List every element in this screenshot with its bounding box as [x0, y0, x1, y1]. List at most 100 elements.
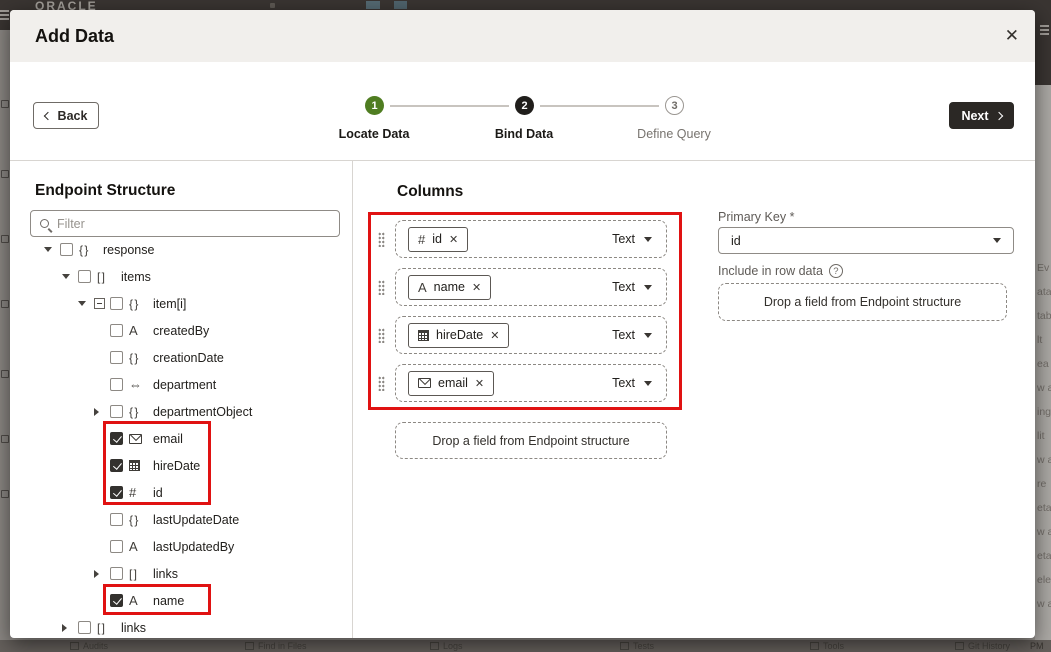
- tree-item-label: items: [121, 270, 151, 284]
- tree-item[interactable]: item[i]: [10, 290, 352, 317]
- back-button-label: Back: [58, 109, 88, 123]
- string-icon: [418, 280, 427, 295]
- tree-item[interactable]: name: [10, 587, 352, 614]
- back-button[interactable]: Back: [33, 102, 99, 129]
- tree-item[interactable]: links: [10, 614, 352, 638]
- remove-icon[interactable]: ✕: [449, 233, 458, 246]
- columns-drop-zone[interactable]: Drop a field from Endpoint structure: [395, 422, 667, 459]
- close-icon[interactable]: ✕: [1005, 24, 1019, 48]
- column-type-select[interactable]: Text: [612, 232, 652, 246]
- number-icon: [129, 485, 147, 500]
- step-label: Bind Data: [454, 127, 594, 141]
- drag-handle-icon[interactable]: [378, 376, 385, 391]
- checkbox[interactable]: [110, 486, 123, 499]
- tree-item[interactable]: items: [10, 263, 352, 290]
- field-chip-label: email: [438, 376, 468, 390]
- row-data-drop-zone[interactable]: Drop a field from Endpoint structure: [718, 283, 1007, 321]
- checkbox[interactable]: [110, 351, 123, 364]
- tree-item[interactable]: response: [10, 236, 352, 263]
- string-icon: [129, 539, 147, 554]
- filter-field[interactable]: [30, 210, 340, 237]
- filter-input[interactable]: [57, 217, 317, 231]
- column-field-box: name ✕ Text: [395, 268, 667, 306]
- checkbox[interactable]: [110, 540, 123, 553]
- expand-arrow-icon[interactable]: [62, 624, 78, 632]
- field-chip[interactable]: hireDate ✕: [408, 323, 509, 348]
- column-type-select[interactable]: Text: [612, 280, 652, 294]
- primary-key-label: Primary Key *: [718, 210, 794, 224]
- tree-item[interactable]: department: [10, 371, 352, 398]
- column-field-box: email ✕ Text: [395, 364, 667, 402]
- tree-item-label: creationDate: [153, 351, 224, 365]
- tree-item-label: links: [153, 567, 178, 581]
- checkbox[interactable]: [60, 243, 73, 256]
- braces-icon: [129, 297, 147, 311]
- remove-icon[interactable]: ✕: [472, 281, 481, 294]
- remove-icon[interactable]: ✕: [490, 329, 499, 342]
- column-type-select[interactable]: Text: [612, 328, 652, 342]
- next-button-label: Next: [961, 109, 988, 123]
- braces-icon: [129, 351, 147, 365]
- drag-handle-icon[interactable]: [378, 280, 385, 295]
- expand-arrow-icon[interactable]: [62, 274, 78, 279]
- tree-item[interactable]: email: [10, 425, 352, 452]
- checkbox[interactable]: [110, 594, 123, 607]
- tree-item-label: lastUpdatedBy: [153, 540, 234, 554]
- tree-item[interactable]: departmentObject: [10, 398, 352, 425]
- tree-item-label: departmentObject: [153, 405, 252, 419]
- divider: [352, 161, 353, 638]
- tree-item-label: lastUpdateDate: [153, 513, 239, 527]
- tree-item[interactable]: creationDate: [10, 344, 352, 371]
- screen: ORACLE Ev ata tab lt ea w a ing lit w a …: [0, 0, 1051, 652]
- checkbox[interactable]: [110, 513, 123, 526]
- drag-handle-icon[interactable]: [378, 232, 385, 247]
- chevron-left-icon: [43, 111, 51, 119]
- link-icon: [129, 377, 147, 392]
- column-type-value: Text: [612, 280, 635, 294]
- braces-icon: [129, 405, 147, 419]
- tree-item[interactable]: links: [10, 560, 352, 587]
- step-number[interactable]: 2: [515, 96, 534, 115]
- help-icon[interactable]: ?: [829, 264, 843, 278]
- search-icon: [40, 219, 49, 228]
- calendar-icon: [129, 460, 147, 471]
- tree-item[interactable]: id: [10, 479, 352, 506]
- field-chip[interactable]: id ✕: [408, 227, 468, 252]
- remove-icon[interactable]: ✕: [475, 377, 484, 390]
- drag-handle-icon[interactable]: [378, 328, 385, 343]
- primary-key-select[interactable]: id: [718, 227, 1014, 254]
- checkbox[interactable]: [110, 297, 123, 310]
- endpoint-tree: response items item[i] createdBy creatio…: [10, 236, 352, 638]
- number-icon: [418, 232, 425, 247]
- tree-item[interactable]: lastUpdateDate: [10, 506, 352, 533]
- brackets-icon: [97, 270, 115, 284]
- column-row: hireDate ✕ Text: [376, 316, 676, 354]
- field-chip-label: id: [432, 232, 442, 246]
- chevron-right-icon: [994, 111, 1002, 119]
- checkbox[interactable]: [110, 405, 123, 418]
- checkbox[interactable]: [110, 378, 123, 391]
- expand-arrow-icon[interactable]: [94, 408, 110, 416]
- column-type-select[interactable]: Text: [612, 376, 652, 390]
- tree-item[interactable]: hireDate: [10, 452, 352, 479]
- expand-arrow-icon[interactable]: [94, 570, 110, 578]
- checkbox[interactable]: [78, 270, 91, 283]
- tree-item[interactable]: lastUpdatedBy: [10, 533, 352, 560]
- checkbox[interactable]: [110, 324, 123, 337]
- tree-item[interactable]: createdBy: [10, 317, 352, 344]
- field-chip[interactable]: email ✕: [408, 371, 494, 396]
- checkbox[interactable]: [110, 459, 123, 472]
- expand-arrow-icon[interactable]: [44, 247, 60, 252]
- field-chip[interactable]: name ✕: [408, 275, 491, 300]
- include-in-row-data: Include in row data ?: [718, 264, 843, 278]
- step-number[interactable]: 1: [365, 96, 384, 115]
- checkbox[interactable]: [110, 567, 123, 580]
- string-icon: [129, 593, 147, 608]
- expand-arrow-icon[interactable]: [78, 301, 94, 306]
- chevron-down-icon: [993, 238, 1001, 243]
- next-button[interactable]: Next: [949, 102, 1014, 129]
- checkbox[interactable]: [110, 432, 123, 445]
- collapse-box-icon[interactable]: [94, 298, 105, 309]
- step-number[interactable]: 3: [665, 96, 684, 115]
- checkbox[interactable]: [78, 621, 91, 634]
